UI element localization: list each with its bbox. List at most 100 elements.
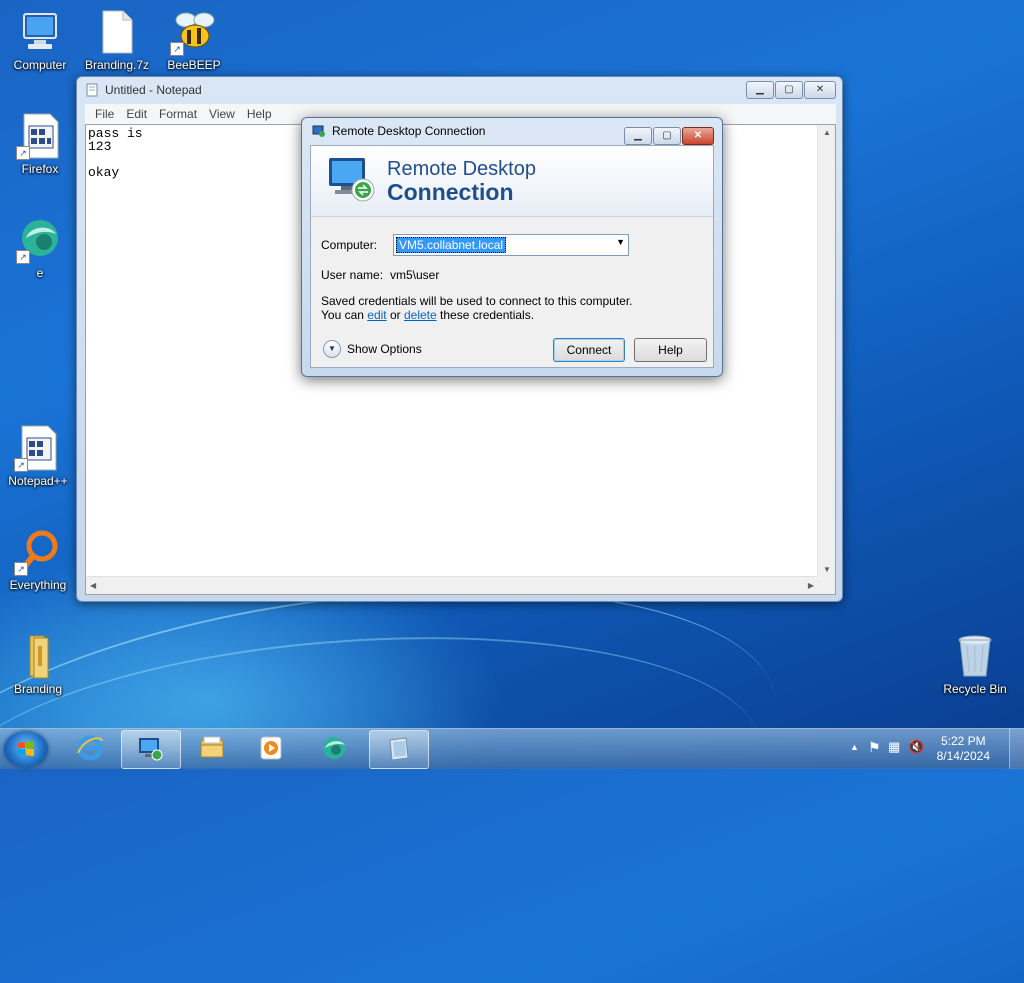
desktop-icon-label: Recycle Bin [943,682,1007,696]
vertical-scrollbar[interactable]: ▲ ▼ [817,125,835,577]
action-center-flag-icon[interactable]: ⚑ [868,739,881,756]
desktop-icon-beebeep[interactable]: ↗ BeeBEEP [156,8,232,72]
show-options-toggle[interactable]: ▼ Show Options [323,340,422,358]
clock-time: 5:22 PM [940,734,986,748]
notepad-icon [389,737,409,761]
info-text: You can [321,308,368,322]
desktop-icon-firefox[interactable]: ↗ Firefox [2,112,78,176]
edit-link[interactable]: edit [367,308,386,322]
info-text: or [386,308,404,322]
magnifier-icon: ↗ [14,528,62,576]
taskbar-e-app[interactable] [306,730,364,767]
start-button[interactable] [4,731,48,767]
credentials-info: Saved credentials will be used to connec… [321,294,633,322]
desktop-icon-label: Everything [9,578,67,592]
remote-desktop-icon [139,738,163,761]
menu-file[interactable]: File [89,107,120,121]
delete-link[interactable]: delete [404,308,437,322]
rdp-banner: Remote Desktop Connection [311,146,713,217]
volume-muted-icon[interactable]: 🔇 [908,739,924,755]
desktop-icon-label: Computer [13,58,67,72]
firefox-shortcut-icon: ↗ [16,112,64,160]
desktop-icon-branding-7z[interactable]: Branding.7z [79,8,155,72]
desktop-icon-everything[interactable]: ↗ Everything [0,528,76,592]
scroll-left-arrow-icon[interactable]: ◀ [90,581,96,590]
credentials-info-line1: Saved credentials will be used to connec… [321,294,633,308]
show-options-label[interactable]: Show Options [347,342,422,356]
notepad-titlebar[interactable]: Untitled - Notepad [77,77,842,103]
recycle-bin-icon [951,632,999,680]
taskbar-file-explorer[interactable] [184,730,242,767]
minimize-button[interactable]: ▁ [624,127,652,145]
clock-date: 8/14/2024 [936,749,990,763]
folder-icon [14,632,62,680]
file-explorer-icon [200,736,224,758]
media-player-icon [260,736,282,760]
network-icon[interactable]: ▦ [888,739,900,755]
window-title: Untitled - Notepad [105,83,202,97]
desktop-icon-computer[interactable]: Computer [2,8,78,72]
info-text: these credentials. [436,308,535,322]
internet-explorer-icon [77,735,103,761]
remote-desktop-icon [312,125,325,137]
maximize-button[interactable]: ▢ [653,127,681,145]
desktop-icon-e[interactable]: ↗ e [2,216,78,280]
archive-file-icon [93,8,141,56]
desktop-icon-label: e [36,266,44,280]
e-globe-icon [323,737,345,759]
notepad-plus-icon: ↗ [14,424,62,472]
scroll-right-arrow-icon[interactable]: ▶ [808,581,814,590]
menu-help[interactable]: Help [241,107,278,121]
editor-content[interactable]: pass is 123 okay [88,127,143,179]
desktop-icon-label: BeeBEEP [167,58,221,72]
menu-view[interactable]: View [203,107,241,121]
chevron-down-icon[interactable]: ▼ [616,237,625,247]
banner-title-line1: Remote Desktop [387,158,536,180]
computer-value[interactable]: VM5.collabnet.local [396,237,507,253]
taskbar-internet-explorer[interactable] [62,730,120,767]
rdp-dialog[interactable]: Remote Desktop Connection ▁ ▢ ✕ Remote D… [301,117,723,377]
show-hidden-icons-icon[interactable]: ▲ [850,742,859,752]
scroll-down-arrow-icon[interactable]: ▼ [823,565,831,574]
username-label: User name: [321,268,384,282]
windows-logo-icon [18,741,34,756]
username-value: vm5\user [390,268,440,282]
chevron-down-circle-icon[interactable]: ▼ [323,340,341,358]
desktop-icon-label: Branding [13,682,63,696]
desktop-icon-label: Branding.7z [84,58,150,72]
connect-button[interactable]: Connect [553,338,625,362]
menu-format[interactable]: Format [153,107,203,121]
close-button[interactable]: ✕ [682,127,714,145]
horizontal-scrollbar[interactable]: ◀ ▶ [86,576,818,594]
help-button[interactable]: Help [634,338,707,362]
computer-combobox[interactable]: VM5.collabnet.local ▼ [393,234,629,256]
minimize-button[interactable]: ▁ [746,81,774,99]
desktop-icon-recycle-bin[interactable]: Recycle Bin [937,632,1013,696]
computer-label: Computer: [321,238,378,252]
remote-desktop-logo-icon [329,158,375,202]
dialog-title: Remote Desktop Connection [332,124,486,138]
close-button[interactable]: ✕ [804,81,836,99]
maximize-button[interactable]: ▢ [775,81,803,99]
desktop-icon-notepad-plus-plus[interactable]: ↗ Notepad++ [0,424,76,488]
dialog-body: Remote Desktop Connection Computer: VM5.… [310,145,714,368]
taskbar-notepad[interactable] [369,730,429,769]
bee-icon: ↗ [170,8,218,56]
system-tray: ▲ ⚑ ▦ 🔇 5:22 PM 8/14/2024 [824,729,1024,769]
banner-title-line2: Connection [387,179,514,205]
e-globe-icon: ↗ [16,216,64,264]
show-desktop-button[interactable] [1009,729,1024,769]
credentials-info-line2: You can edit or delete these credentials… [321,308,633,322]
clock[interactable]: 5:22 PM 8/14/2024 [937,734,990,764]
size-grip[interactable] [818,577,835,594]
desktop-icon-label: Notepad++ [8,474,68,488]
scroll-up-arrow-icon[interactable]: ▲ [823,128,831,137]
taskbar-remote-desktop[interactable] [121,730,181,769]
taskbar-media-player[interactable] [243,730,301,767]
desktop-icon-branding-folder[interactable]: Branding [0,632,76,696]
notepad-icon [86,83,98,97]
taskbar: ▲ ⚑ ▦ 🔇 5:22 PM 8/14/2024 [0,728,1024,769]
computer-icon [16,8,64,56]
desktop-icon-label: Firefox [21,162,59,176]
menu-edit[interactable]: Edit [120,107,153,121]
